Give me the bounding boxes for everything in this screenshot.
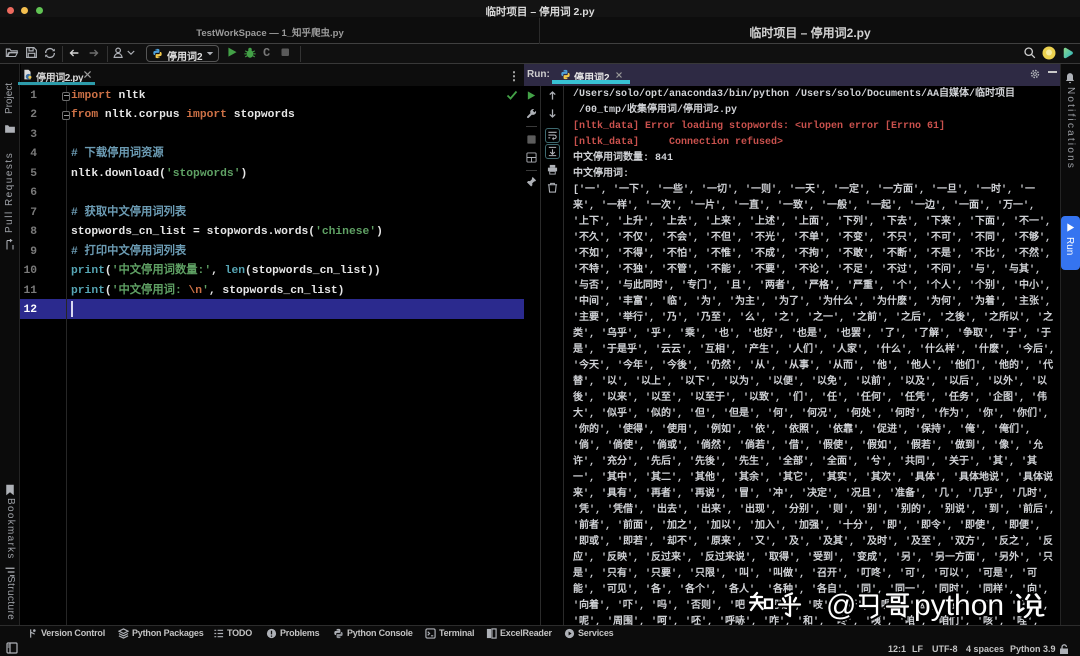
svg-text:@: @ — [826, 589, 856, 622]
svg-text:python: python — [914, 589, 1004, 622]
